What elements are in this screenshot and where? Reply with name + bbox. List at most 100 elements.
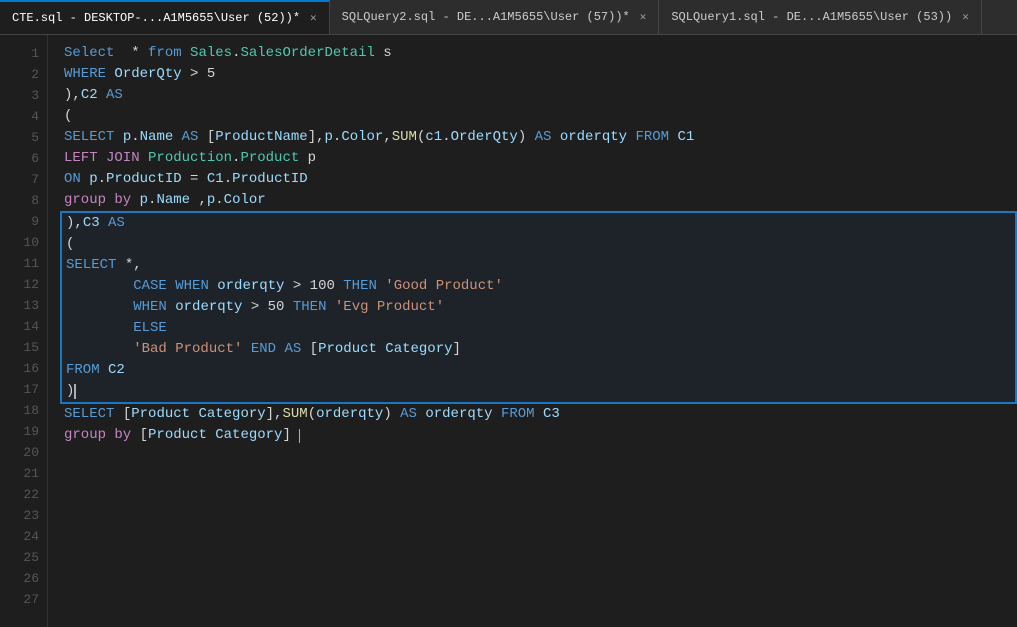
col-product-cat-3: Product Category [148,425,282,446]
code-line-12: CASE WHEN orderqty > 100 THEN 'Good Prod… [66,276,1015,297]
code-line-4: ( [64,106,1017,127]
kw-as-15: AS [284,339,301,360]
table-product: Product [240,148,299,169]
kw-left-join: LEFT JOIN [64,148,140,169]
col-name-1: Name [140,127,174,148]
col-product-cat-2: Product Category [131,404,265,425]
tab-cte-close[interactable]: ✕ [310,11,317,25]
col-orderqty-5: orderqty [175,297,242,318]
selection-block: ), C3 AS ( SELECT *, CAS [60,211,1017,404]
tab-sqlquery1-label: SQLQuery1.sql - DE...A1M5655\User (53)) [671,10,952,24]
code-line-19: group by [ Product Category ] [64,425,1017,446]
kw-group-by-1: group by [64,190,131,211]
code-line-11: SELECT *, [66,255,1015,276]
text-cursor-2 [299,429,300,443]
col-orderqty-3: orderqty [560,127,627,148]
code-line-18: SELECT [ Product Category ], SUM ( order… [64,404,1017,425]
col-orderqty-4: orderqty [217,276,284,297]
tab-sqlquery2-close[interactable]: ✕ [640,10,647,24]
kw-from-16: FROM [66,360,100,381]
col-c1: c1 [425,127,442,148]
kw-select-11: SELECT [66,255,116,276]
col-color: Color [341,127,383,148]
cte-c3: C3 [83,213,100,234]
text-cursor [74,384,76,399]
code-line-15: 'Bad Product' END AS [ Product Category … [66,339,1015,360]
code-line-5: SELECT p . Name AS [ ProductName ], p . … [64,127,1017,148]
kw-as-18: AS [400,404,417,425]
kw-when-1: WHEN [175,276,209,297]
tab-sqlquery2-label: SQLQuery2.sql - DE...A1M5655\User (57))* [342,10,630,24]
tab-sqlquery2[interactable]: SQLQuery2.sql - DE...A1M5655\User (57))*… [330,0,660,34]
str-good-product: 'Good Product' [385,276,503,297]
code-line-13: WHEN orderqty > 50 THEN 'Evg Product' [66,297,1015,318]
col-orderqty-1: OrderQty [114,64,181,85]
col-p-3: p [89,169,97,190]
col-orderqty-6: orderqty [316,404,383,425]
code-line-14: ELSE [66,318,1015,339]
col-c1-2: C1 [207,169,224,190]
col-name-2: Name [156,190,190,211]
col-p-name-2: p [140,190,148,211]
col-c2-ref: C2 [108,360,125,381]
code-line-20 [64,446,1017,467]
fn-sum-2: SUM [282,404,307,425]
kw-else: ELSE [133,318,167,339]
col-product-category: Product Category [318,339,452,360]
col-c3-ref: C3 [543,404,560,425]
col-p-color: p [207,190,215,211]
str-bad-product: 'Bad Product' [133,339,242,360]
col-orderqty-2: OrderQty [451,127,518,148]
col-color-2: Color [224,190,266,211]
col-productid-1: ProductID [106,169,182,190]
kw-from-18: FROM [501,404,535,425]
tab-bar: CTE.sql - DESKTOP-...A1M5655\User (52))*… [0,0,1017,35]
kw-from-1: from [148,43,182,64]
str-evg-product: 'Evg Product' [335,297,444,318]
kw-when-2: WHEN [133,297,167,318]
kw-as-3: AS [535,127,552,148]
col-productname: ProductName [215,127,307,148]
fn-sum-1: SUM [392,127,417,148]
code-line-2: WHERE OrderQty > 5 [64,64,1017,85]
kw-on: ON [64,169,81,190]
tab-cte[interactable]: CTE.sql - DESKTOP-...A1M5655\User (52))*… [0,0,330,34]
code-line-8: group by p . Name , p . Color [64,190,1017,211]
kw-then-1: THEN [343,276,377,297]
col-p-2: p [325,127,333,148]
col-productid-2: ProductID [232,169,308,190]
app-window: CTE.sql - DESKTOP-...A1M5655\User (52))*… [0,0,1017,627]
kw-select-1: Select [64,43,114,64]
code-line-10: ( [66,234,1015,255]
code-line-7: ON p . ProductID = C1 . ProductID [64,169,1017,190]
tab-sqlquery1-close[interactable]: ✕ [962,10,969,24]
code-line-16: FROM C2 [66,360,1015,381]
kw-case: CASE [133,276,167,297]
kw-then-2: THEN [293,297,327,318]
code-line-1: Select * from Sales . SalesOrderDetail s [64,43,1017,64]
tab-sqlquery1[interactable]: SQLQuery1.sql - DE...A1M5655\User (53)) … [659,0,981,34]
code-line-6: LEFT JOIN Production . Product p [64,148,1017,169]
col-orderqty-7: orderqty [425,404,492,425]
editor-area: 1 2 3 4 5 6 7 8 9 10 11 12 13 14 15 16 1… [0,35,1017,627]
kw-group-by-2: group by [64,425,131,446]
kw-as-2: AS [182,127,199,148]
table-salesorderdetail: SalesOrderDetail [240,43,374,64]
code-line-3: ), C2 AS [64,85,1017,106]
kw-select-5: SELECT [64,127,114,148]
kw-as-9: AS [108,213,125,234]
table-production: Production [148,148,232,169]
kw-as-1: AS [106,85,123,106]
kw-where: WHERE [64,64,106,85]
code-line-17: ) [66,381,1015,402]
tab-cte-label: CTE.sql - DESKTOP-...A1M5655\User (52))* [12,11,300,25]
kw-end: END [251,339,276,360]
code-editor[interactable]: Select * from Sales . SalesOrderDetail s… [48,35,1017,627]
cte-c2: C2 [81,85,98,106]
kw-from-5: FROM [635,127,669,148]
col-c1-ref: C1 [677,127,694,148]
kw-select-18: SELECT [64,404,114,425]
line-numbers: 1 2 3 4 5 6 7 8 9 10 11 12 13 14 15 16 1… [0,35,48,627]
col-p-name: p [123,127,131,148]
code-line-9: ), C3 AS [66,213,1015,234]
